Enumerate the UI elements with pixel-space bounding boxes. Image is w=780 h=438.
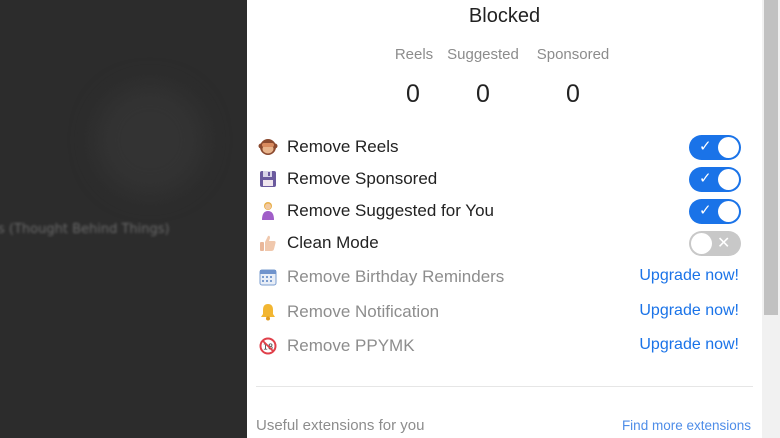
toggle-remove-suggested[interactable]: ✓ <box>689 199 741 224</box>
blurred-avatar <box>95 85 205 195</box>
popup-title: Blocked <box>468 5 541 27</box>
setting-label: Remove Notification <box>287 302 440 321</box>
stat-value-suggested: 0 <box>476 80 490 108</box>
no-under-18-icon: 18 <box>257 335 279 357</box>
scrollbar-thumb[interactable] <box>764 0 778 315</box>
setting-remove-ppymk: 18 Remove PPYMK Upgrade now! <box>257 331 752 361</box>
person-icon <box>257 200 279 222</box>
toggle-clean-mode[interactable]: ✕ <box>689 231 741 256</box>
see-no-evil-monkey-icon <box>257 136 279 158</box>
upgrade-link[interactable]: Upgrade now! <box>639 302 739 320</box>
scrollbar[interactable] <box>762 0 780 438</box>
blurred-text: s (Thought Behind Things) <box>0 222 170 237</box>
stat-label-reels: Reels <box>394 46 434 63</box>
check-icon: ✓ <box>699 137 712 155</box>
check-icon: ✓ <box>699 169 712 187</box>
stat-value-sponsored: 0 <box>566 80 580 108</box>
setting-remove-sponsored: Remove Sponsored ✓ <box>257 164 752 194</box>
setting-label: Remove Reels <box>287 137 399 156</box>
toggle-knob <box>691 233 712 254</box>
setting-label: Remove Birthday Reminders <box>287 267 505 286</box>
toggle-remove-sponsored[interactable]: ✓ <box>689 167 741 192</box>
upgrade-link[interactable]: Upgrade now! <box>639 267 739 285</box>
toggle-knob <box>718 169 739 190</box>
setting-remove-reels: Remove Reels ✓ <box>257 132 752 162</box>
toggle-knob <box>718 137 739 158</box>
background-page: s (Thought Behind Things) <box>0 0 247 438</box>
setting-clean-mode: Clean Mode ✕ <box>257 228 752 258</box>
setting-remove-birthday: Remove Birthday Reminders Upgrade now! <box>257 262 752 292</box>
bell-icon <box>257 301 279 323</box>
setting-label: Remove Sponsored <box>287 169 438 188</box>
setting-remove-notification: Remove Notification Upgrade now! <box>257 297 752 327</box>
stat-label-suggested: Suggested <box>447 46 519 63</box>
footer-heading: Useful extensions for you <box>256 417 425 434</box>
stat-label-sponsored: Sponsored <box>536 46 610 63</box>
extension-popup: Blocked Reels Suggested Sponsored 0 0 0 … <box>247 0 762 438</box>
setting-remove-suggested: Remove Suggested for You ✓ <box>257 196 752 226</box>
upgrade-link[interactable]: Upgrade now! <box>639 336 739 354</box>
divider <box>256 386 753 387</box>
toggle-remove-reels[interactable]: ✓ <box>689 135 741 160</box>
floppy-disk-icon <box>257 168 279 190</box>
setting-label: Remove PPYMK <box>287 336 415 355</box>
toggle-knob <box>718 201 739 222</box>
find-more-extensions-link[interactable]: Find more extensions <box>622 418 751 433</box>
stat-value-reels: 0 <box>406 80 420 108</box>
setting-label: Remove Suggested for You <box>287 201 494 220</box>
thumbs-up-icon <box>257 232 279 254</box>
setting-label: Clean Mode <box>287 233 379 252</box>
check-icon: ✓ <box>699 201 712 219</box>
calendar-icon <box>257 266 279 288</box>
x-icon: ✕ <box>717 233 731 252</box>
